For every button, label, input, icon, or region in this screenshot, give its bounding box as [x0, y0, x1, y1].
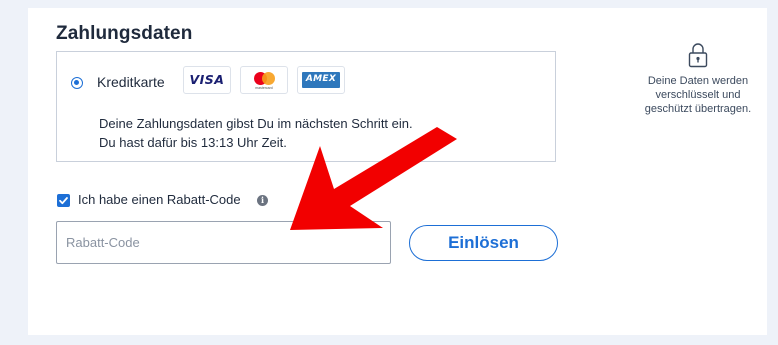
security-notice: Deine Daten werden verschlüsselt und ges… [628, 42, 768, 116]
section-title: Zahlungsdaten [56, 23, 193, 44]
payment-info-line-2: Du hast dafür bis 13:13 Uhr Zeit. [99, 135, 287, 150]
visa-logo-text: VISA [189, 72, 225, 87]
security-line-3: geschützt übertragen. [644, 103, 752, 115]
security-text: Deine Daten werden verschlüsselt und ges… [628, 74, 768, 116]
checkmark-icon [59, 197, 68, 205]
amex-logo-text: AMEX [305, 74, 337, 84]
rabatt-checkbox[interactable] [57, 194, 70, 207]
mastercard-logo-text: mastercard [255, 86, 273, 90]
security-line-1: Deine Daten werden [647, 75, 749, 87]
amex-logo-badge: AMEX [302, 72, 340, 88]
lock-icon [688, 43, 708, 68]
visa-logo: VISA [183, 66, 231, 94]
rabatt-code-input[interactable] [56, 221, 391, 264]
mastercard-logo: mastercard [240, 66, 288, 94]
security-line-2: verschlüsselt und [655, 89, 741, 101]
payment-info-text: Deine Zahlungsdaten gibst Du im nächsten… [99, 114, 413, 152]
kreditkarte-label[interactable]: Kreditkarte [97, 74, 165, 90]
info-icon[interactable]: i [257, 195, 268, 206]
amex-logo: AMEX [297, 66, 345, 94]
mastercard-circle-orange [262, 72, 275, 85]
rabatt-checkbox-label[interactable]: Ich habe einen Rabatt-Code [78, 192, 241, 207]
einloesen-button[interactable]: Einlösen [409, 225, 558, 261]
payment-method-box: Kreditkarte VISA mastercard AMEX Deine Z… [56, 51, 556, 162]
payment-card: Zahlungsdaten Kreditkarte VISA mastercar… [28, 8, 767, 335]
payment-info-line-1: Deine Zahlungsdaten gibst Du im nächsten… [99, 116, 413, 131]
kreditkarte-radio[interactable] [71, 77, 83, 89]
